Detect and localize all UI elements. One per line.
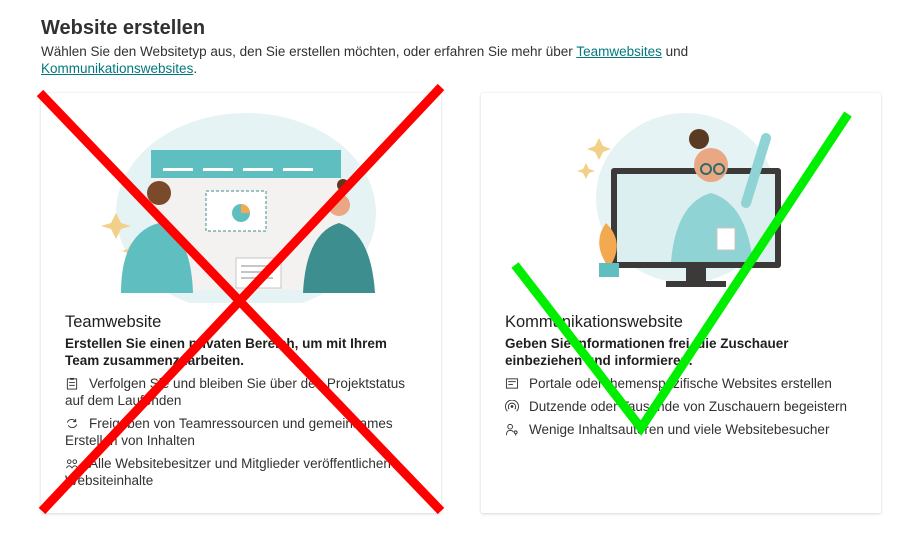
intro-and: und <box>661 44 689 59</box>
communication-site-features: Portale oder themenspezifische Websites … <box>505 375 865 444</box>
team-site-features: Verfolgen Sie und bleiben Sie über den P… <box>65 375 425 495</box>
feature-item: Wenige Inhaltsautoren und viele Websiteb… <box>505 421 865 438</box>
feature-item: Freigeben von Teamressourcen und gemeins… <box>65 415 425 449</box>
feature-text: Alle Websitebesitzer und Mitglieder verö… <box>65 456 391 488</box>
communication-site-card[interactable]: Kommunikationswebsite Geben Sie Informat… <box>481 93 881 513</box>
broadcast-icon <box>505 400 519 412</box>
feature-item: Portale oder themenspezifische Websites … <box>505 375 865 392</box>
intro-lead: Wählen Sie den Websitetyp aus, den Sie e… <box>41 44 577 59</box>
clipboard-icon <box>66 377 78 390</box>
person-key-icon <box>505 423 518 436</box>
communication-site-subtitle: Geben Sie Informationen frei, die Zuscha… <box>505 336 789 368</box>
news-icon <box>505 378 519 389</box>
feature-text: Portale oder themenspezifische Websites … <box>529 376 832 391</box>
feature-item: Alle Websitebesitzer und Mitglieder verö… <box>65 455 425 489</box>
intro-text: Wählen Sie den Websitetyp aus, den Sie e… <box>41 43 881 77</box>
communication-site-title: Kommunikationswebsite <box>505 313 683 331</box>
page-title: Website erstellen <box>41 17 206 39</box>
communication-illustration <box>577 113 781 287</box>
team-illustration <box>101 113 376 303</box>
feature-text: Dutzende oder Tausende von Zuschauern be… <box>529 399 847 414</box>
feature-item: Verfolgen Sie und bleiben Sie über den P… <box>65 375 425 409</box>
people-icon <box>66 459 78 469</box>
feature-text: Freigeben von Teamressourcen und gemeins… <box>65 416 393 448</box>
team-site-card[interactable]: Teamwebsite Erstellen Sie einen privaten… <box>41 93 441 513</box>
page-header: Website erstellen Wählen Sie den Website… <box>41 16 881 77</box>
feature-text: Wenige Inhaltsautoren und viele Websiteb… <box>529 422 830 437</box>
intro-end: . <box>193 61 198 76</box>
teamwebsites-link[interactable]: Teamwebsites <box>576 44 662 59</box>
sync-icon <box>66 418 78 429</box>
feature-item: Dutzende oder Tausende von Zuschauern be… <box>505 398 865 415</box>
feature-text: Verfolgen Sie und bleiben Sie über den P… <box>65 376 405 408</box>
kommunikationswebsites-link[interactable]: Kommunikationswebsites <box>41 61 193 76</box>
team-site-subtitle: Erstellen Sie einen privaten Bereich, um… <box>65 336 387 368</box>
team-site-title: Teamwebsite <box>65 313 162 331</box>
